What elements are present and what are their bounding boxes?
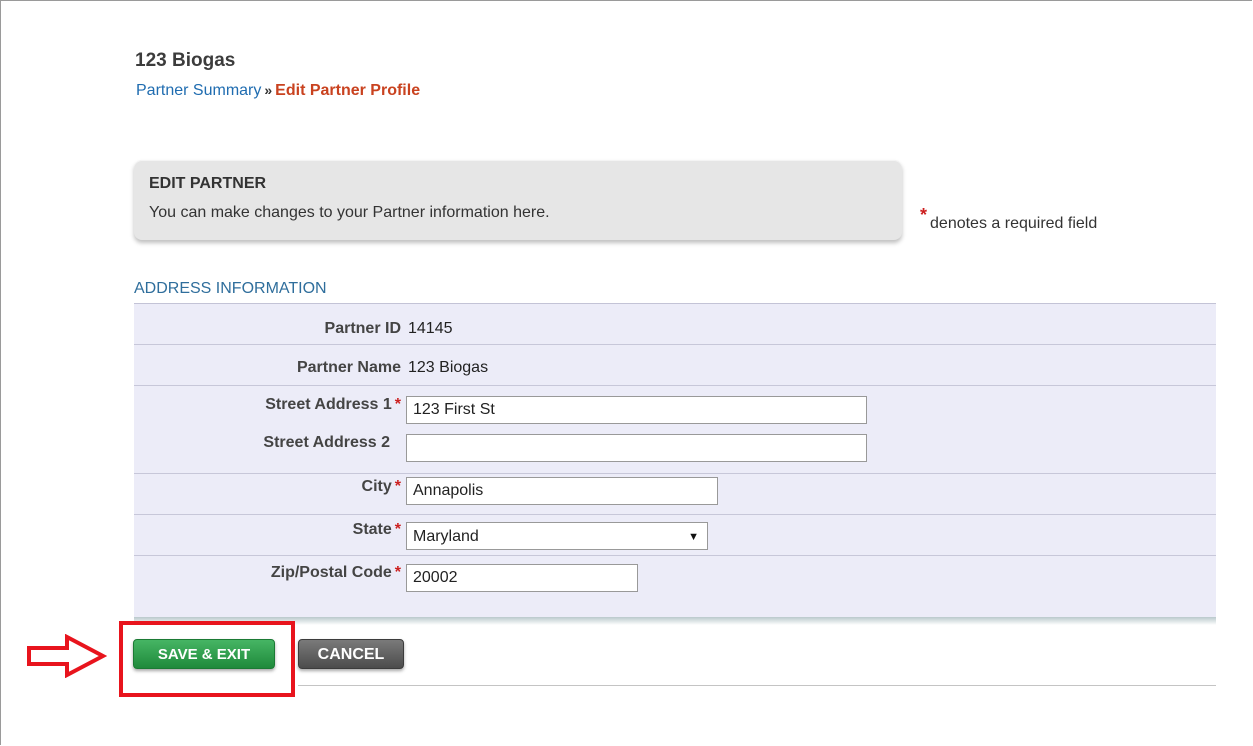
form-row-state: State * Maryland ▼	[134, 515, 1216, 556]
form-row-city: City *	[134, 474, 1216, 515]
partner-id-label: Partner ID	[324, 320, 401, 337]
street-address-1-label: Street Address 1 *	[265, 396, 401, 413]
edit-partner-panel: EDIT PARTNER You can make changes to you…	[134, 160, 902, 240]
section-title-address: ADDRESS INFORMATION	[134, 280, 327, 297]
street-address-2-label: Street Address 2	[263, 434, 390, 451]
form-row-partner-id: Partner ID 14145	[134, 304, 1216, 345]
street-address-2-input[interactable]	[406, 434, 867, 462]
street-address-1-input[interactable]	[406, 396, 867, 424]
save-exit-button[interactable]: SAVE & EXIT	[133, 639, 275, 669]
edit-partner-description: You can make changes to your Partner inf…	[149, 204, 550, 221]
required-field-note: * denotes a required field	[920, 205, 1098, 233]
breadcrumb: Partner Summary» Edit Partner Profile	[136, 82, 420, 100]
right-arrow-icon	[27, 633, 108, 683]
state-select[interactable]: Maryland ▼	[406, 522, 708, 550]
breadcrumb-link-partner-summary[interactable]: Partner Summary	[136, 82, 261, 99]
form-row-street-address: Street Address 1* Street Address 2	[134, 386, 1216, 474]
state-selected-value: Maryland	[413, 528, 479, 545]
breadcrumb-current: Edit Partner Profile	[275, 82, 421, 99]
required-star: *	[920, 205, 928, 225]
partner-id-value: 14145	[408, 320, 453, 337]
edit-partner-title: EDIT PARTNER	[149, 175, 267, 192]
required-note-text: denotes a required field	[930, 215, 1098, 232]
form-bottom-shade	[134, 617, 1216, 625]
partner-name-value: 123 Biogas	[408, 359, 489, 376]
cancel-button[interactable]: CANCEL	[298, 639, 404, 669]
state-label: State *	[352, 521, 401, 538]
zip-label: Zip/Postal Code *	[270, 564, 401, 581]
city-input[interactable]	[406, 477, 718, 505]
address-form: Partner ID 14145 Partner Name 123 Biogas…	[134, 303, 1216, 625]
page-title: 123 Biogas	[135, 50, 236, 71]
breadcrumb-separator: »	[264, 82, 273, 98]
city-label: City *	[361, 478, 401, 495]
form-row-zip: Zip/Postal Code *	[134, 556, 1216, 619]
triangle-down-icon: ▼	[688, 531, 699, 543]
divider	[298, 685, 1216, 686]
form-row-partner-name: Partner Name 123 Biogas	[134, 345, 1216, 386]
zip-input[interactable]	[406, 564, 638, 592]
partner-name-label: Partner Name	[296, 359, 401, 376]
